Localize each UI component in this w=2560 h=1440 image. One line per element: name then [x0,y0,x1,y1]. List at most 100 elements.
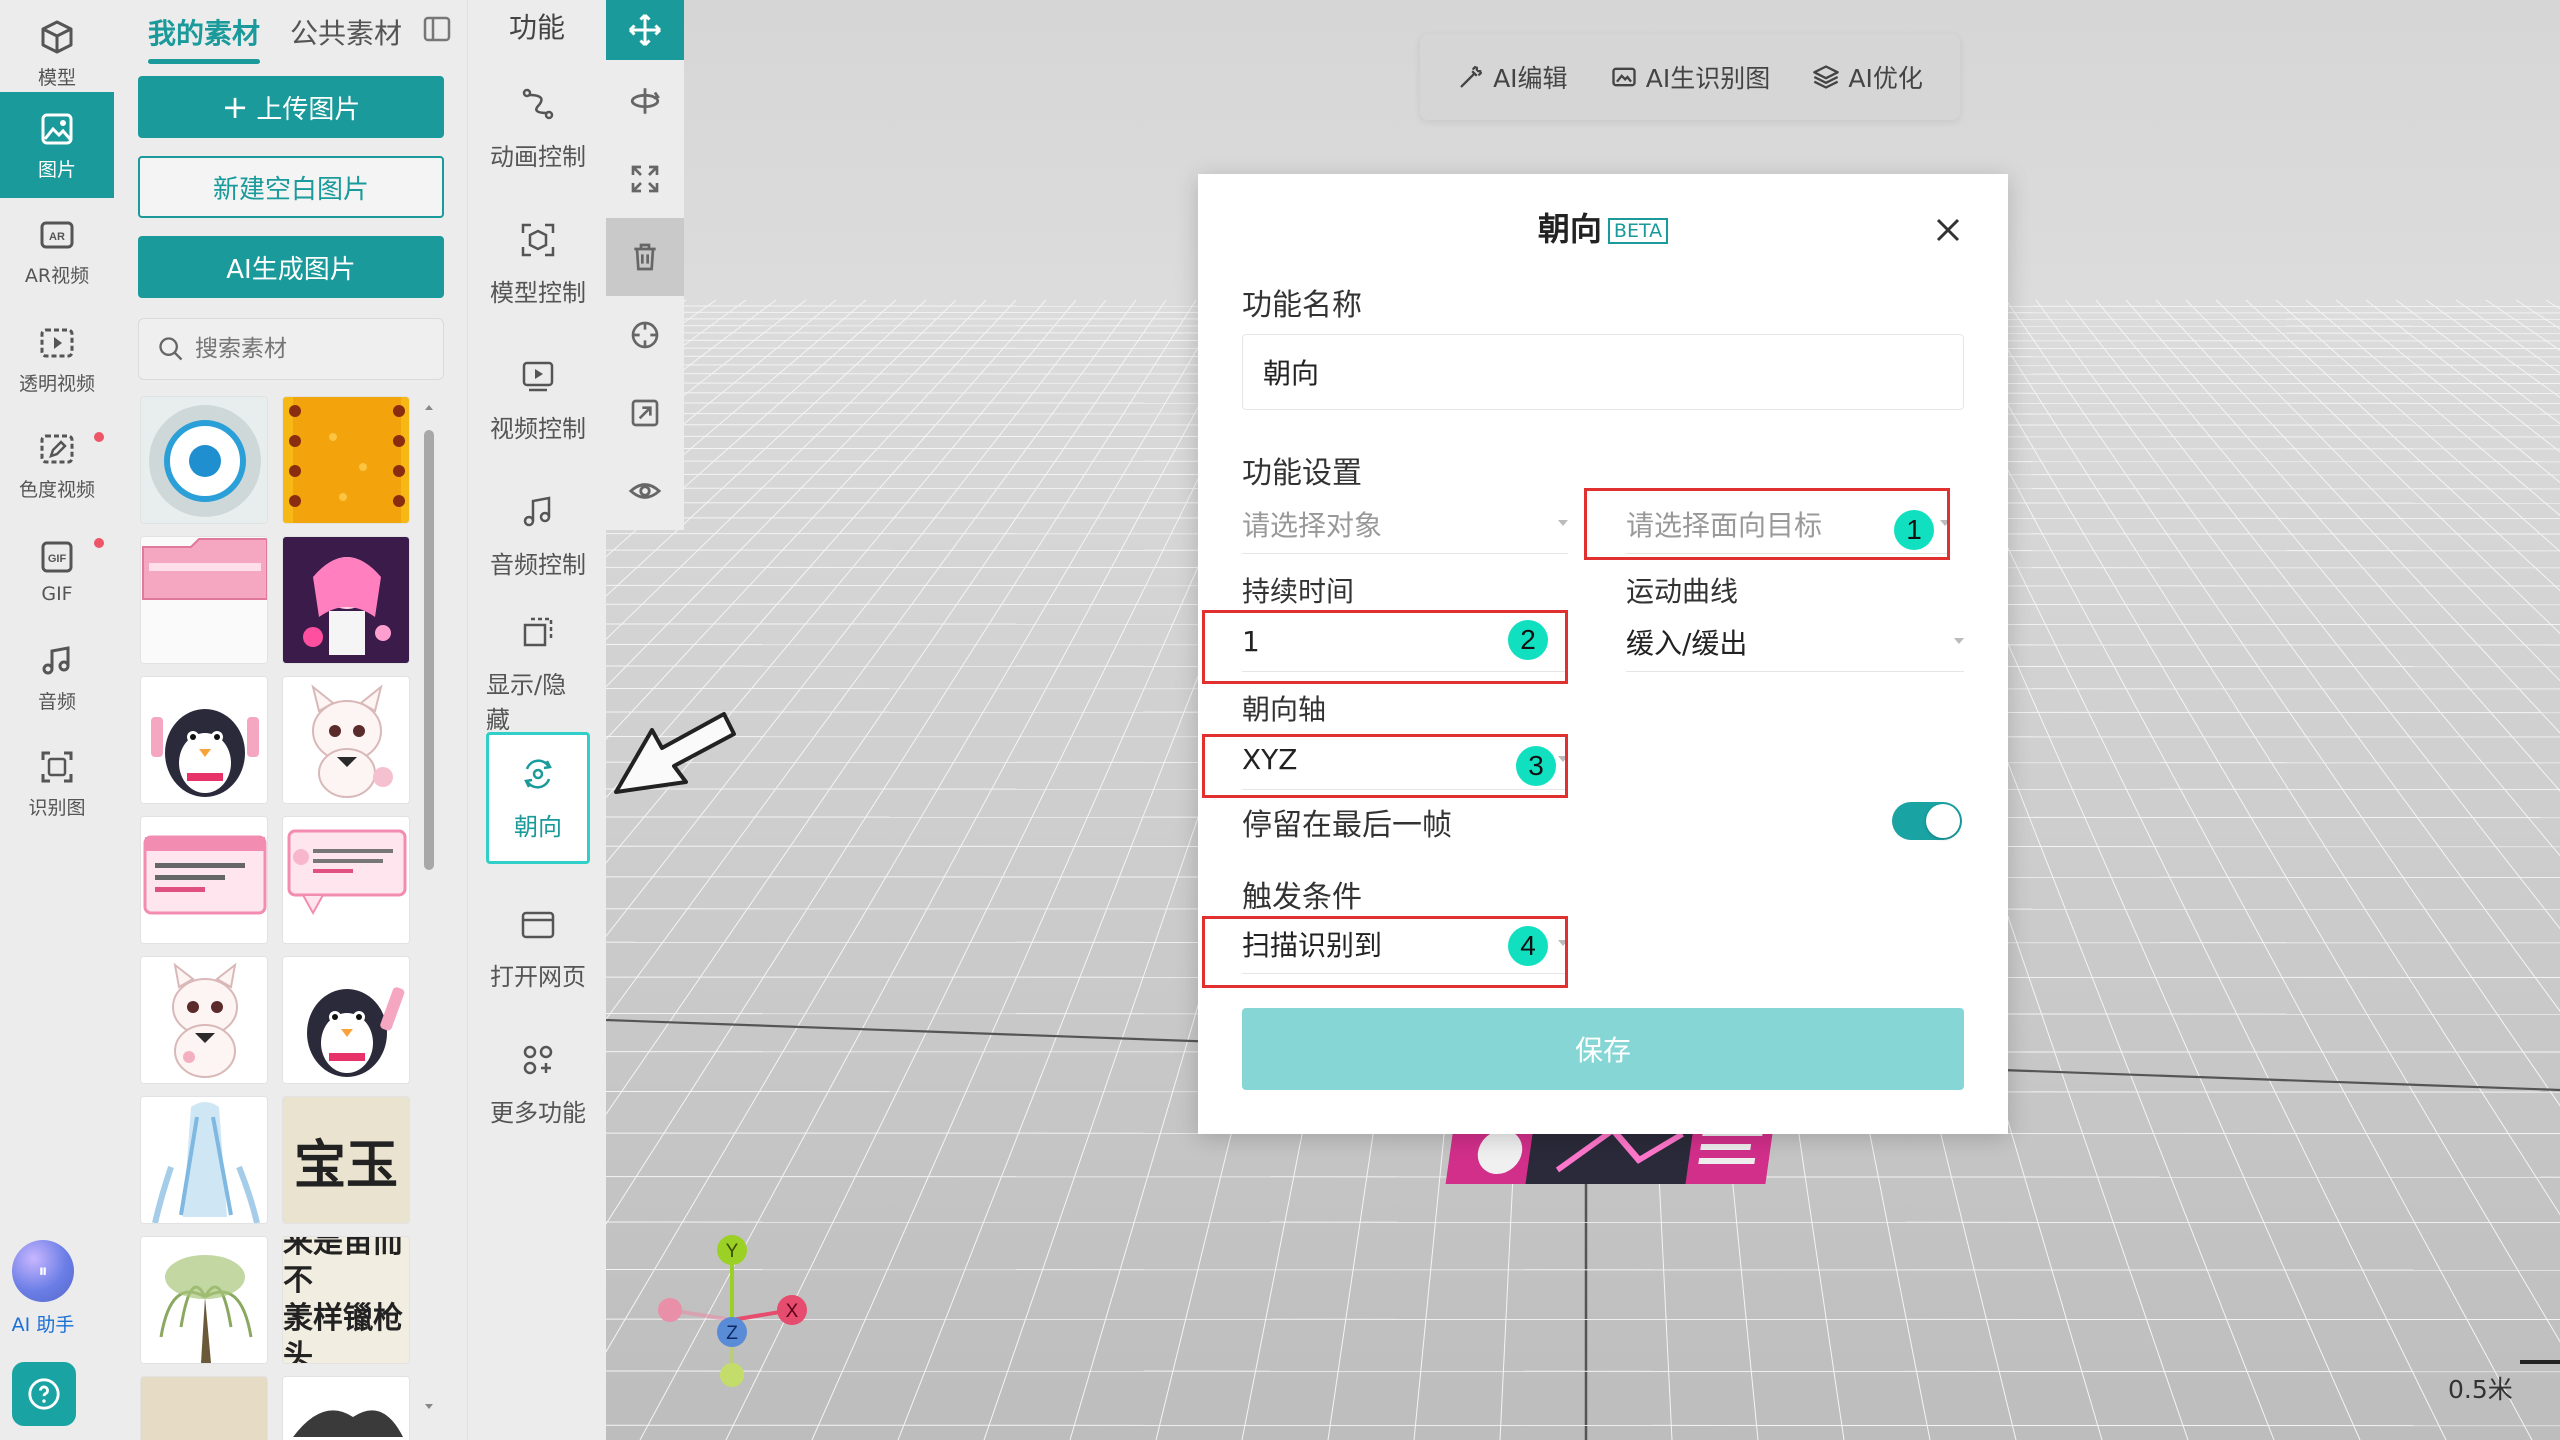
crosshair-icon [631,321,659,349]
rail-item-audio[interactable]: 音频 [0,624,114,730]
upload-image-button[interactable]: + 上传图片 [138,76,444,138]
rail-item-marker-image[interactable]: 识别图 [0,730,114,836]
music-icon [42,645,70,674]
step-badge-4: 4 [1508,926,1548,966]
function-name-input[interactable] [1242,334,1964,410]
gizmo-neg-y[interactable] [720,1363,744,1387]
asset-thumb[interactable] [282,536,410,664]
asset-thumb[interactable]: 宝玉 [282,1096,410,1224]
asset-search-input[interactable] [195,336,415,362]
rail-item-ar-video[interactable]: AR AR视频 [0,198,114,304]
function-panel-title: 功能 [508,11,565,44]
scale-tool-button[interactable] [606,140,684,218]
step-badge-1: 1 [1894,510,1934,550]
rail-item-model[interactable]: 模型 [0,0,114,106]
duration-label: 持续时间 [1242,575,1355,608]
close-icon[interactable] [1928,210,1968,250]
ai-optimize-button[interactable]: AI优化 [1812,59,1923,95]
rail-item-gif[interactable]: GIF GIF [0,518,114,624]
rotate-tool-button[interactable] [606,62,684,140]
rail-item-label: 图片 [37,158,76,181]
search-icon [159,337,183,361]
tab-public-assets[interactable]: 公共素材 [290,12,402,64]
magic-pen-icon [1460,65,1483,88]
model-control-icon [521,223,555,256]
func-open-webpage[interactable]: 打开网页 [486,884,590,1012]
axis-gizmo[interactable]: Y X Z [640,1220,840,1400]
tab-my-assets[interactable]: 我的素材 [148,12,261,64]
asset-thumb[interactable] [282,956,410,1084]
asset-search-box[interactable] [138,318,444,380]
orientation-icon [524,758,552,789]
object-select-placeholder: 请选择对象 [1242,508,1383,542]
asset-thumb[interactable] [140,1236,268,1364]
collapse-panel-icon[interactable] [422,14,452,44]
asset-thumb[interactable] [282,396,410,524]
func-animation-control[interactable]: 动画控制 [486,64,590,192]
rail-item-transparent-video[interactable]: 透明视频 [0,306,114,412]
video-control-icon [522,361,554,391]
asset-scrollbar[interactable] [422,400,436,1420]
scrollbar-thumb[interactable] [424,430,434,870]
show-hide-icon [523,617,553,647]
ai-gen-marker-button[interactable]: AI生识别图 [1610,59,1770,95]
asset-thumb[interactable] [140,1376,268,1440]
help-button[interactable] [12,1362,76,1426]
func-video-control[interactable]: 视频控制 [486,336,590,464]
rail-item-label: 模型 [37,66,76,89]
rail-item-image[interactable]: 图片 [0,92,114,198]
focus-tool-button[interactable] [606,296,684,374]
expand-icon [631,165,659,193]
face-target-placeholder: 请选择面向目标 [1626,508,1823,542]
question-icon [28,1378,60,1410]
delete-tool-button[interactable] [606,218,684,296]
rail-item-label: AR视频 [24,264,90,287]
ai-edit-button[interactable]: AI编辑 [1457,59,1568,95]
asset-thumb[interactable] [282,816,410,944]
asset-thumb[interactable] [140,536,268,664]
func-label: 模型控制 [490,278,586,307]
rail-item-chroma-video[interactable]: 色度视频 [0,412,114,518]
ar-icon: AR [40,221,74,248]
func-model-control[interactable]: 模型控制 [486,200,590,328]
eye-icon [628,483,662,499]
animation-icon [522,88,554,119]
func-audio-control[interactable]: 音频控制 [486,472,590,600]
scan-image-icon [41,751,73,782]
ai-edit-label: AI编辑 [1493,64,1568,93]
fit-tool-button[interactable] [606,374,684,452]
visibility-tool-button[interactable] [606,452,684,530]
scroll-down-icon [425,1404,433,1409]
new-blank-image-button[interactable]: 新建空白图片 [138,156,444,218]
stay-last-frame-toggle[interactable] [1892,802,1962,840]
func-label: 音频控制 [490,550,586,579]
asset-thumb[interactable] [140,956,268,1084]
gizmo-neg-x[interactable] [658,1298,682,1322]
move-tool-button[interactable] [606,0,684,60]
asset-thumb[interactable] [140,816,268,944]
asset-thumb[interactable] [282,1376,410,1440]
asset-thumb[interactable] [140,396,268,524]
asset-thumb[interactable] [140,676,268,804]
curve-label: 运动曲线 [1626,575,1739,608]
pointer-arrow-icon [606,700,746,810]
func-more-functions[interactable]: 更多功能 [486,1020,590,1148]
stay-last-frame-label: 停留在最后一帧 [1242,808,1452,843]
trigger-value: 扫描识别到 [1242,928,1383,962]
thumb-calligraphy-text: 来是苗而不 羕样镴枪头 [283,1236,403,1364]
object-select[interactable]: 请选择对象 [1242,494,1568,554]
chevron-down-icon [1558,520,1568,526]
save-button[interactable]: 保存 [1242,1008,1964,1090]
ai-optimize-label: AI优化 [1848,64,1923,93]
ai-generate-image-button[interactable]: AI生成图片 [138,236,444,298]
ai-helper-button[interactable]: ⏸ AI 助手 [0,1240,86,1350]
asset-thumb[interactable] [140,1096,268,1224]
func-orientation[interactable]: 朝向 [486,732,590,864]
asset-thumb[interactable] [282,676,410,804]
asset-thumb[interactable]: 来是苗而不 羕样镴枪头 [282,1236,410,1364]
curve-select[interactable]: 缓入/缓出 [1626,612,1964,672]
func-show-hide[interactable]: 显示/隐藏 [486,610,590,738]
trigger-label: 触发条件 [1242,880,1362,915]
ai-helper-label: AI 助手 [11,1314,75,1336]
svg-text:AR: AR [49,231,65,243]
